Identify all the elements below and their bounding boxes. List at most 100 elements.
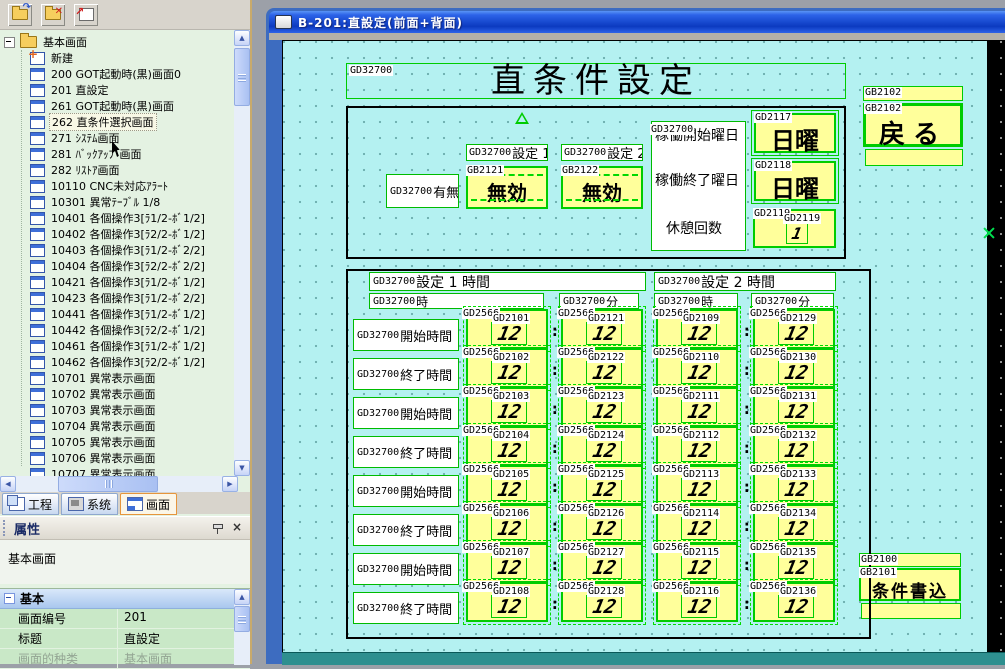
start-day-button[interactable]: GD2117 日曜 (754, 113, 836, 153)
collapse-icon[interactable] (4, 37, 15, 48)
time-cell-GD2134[interactable]: GD2566GD213412 (753, 504, 835, 544)
presence-field[interactable]: GD32700有無 (386, 174, 459, 208)
collapse-icon[interactable] (4, 593, 15, 604)
tree-item-282[interactable]: 282 ﾘｽﾄｱ画面 (30, 162, 232, 178)
tab-画面[interactable]: 画面 (120, 493, 177, 515)
time-cell-GD2121[interactable]: GD2566GD212112 (561, 309, 643, 349)
time-cell-GD2126[interactable]: GD2566GD212612 (561, 504, 643, 544)
time-cell-GD2106[interactable]: GD2566GD210612 (466, 504, 548, 544)
set1-enable-button[interactable]: GB2121 無効 (466, 166, 548, 209)
time-cell-GD2104[interactable]: GD2566GD210412 (466, 426, 548, 466)
time-cell-GD2110[interactable]: GD2566GD211012 (656, 348, 738, 388)
write-lamp-top[interactable]: GB2100 (859, 553, 961, 567)
time-cell-GD2129[interactable]: GD2566GD212912 (753, 309, 835, 349)
set1-header[interactable]: GD32700設定 1 (466, 144, 548, 161)
tree-item-10461[interactable]: 10461 各個操作3[ﾗ1/2-ﾎﾞ1/2] (30, 338, 232, 354)
tree-item-10401[interactable]: 10401 各個操作3[ﾗ1/2-ﾎﾞ1/2] (30, 210, 232, 226)
tree-item-10423[interactable]: 10423 各個操作3[ﾗ1/2-ﾎﾞ2/2] (30, 290, 232, 306)
time-cell-GD2115[interactable]: GD2566GD211512 (656, 543, 738, 583)
window-titlebar[interactable]: B-201:直設定(前面+背面) (269, 11, 1005, 33)
time-cell-GD2133[interactable]: GD2566GD213312 (753, 465, 835, 505)
tree-item-10421[interactable]: 10421 各個操作3[ﾗ1/2-ﾎﾞ1/2] (30, 274, 232, 290)
scroll-up-icon[interactable]: ▲ (234, 589, 250, 605)
pin-icon[interactable] (210, 521, 224, 535)
time-cell-GD2127[interactable]: GD2566GD212712 (561, 543, 643, 583)
row-label-6[interactable]: GD32700終了時間 (353, 514, 459, 546)
tree-item-10707[interactable]: 10707 異常表示画面 (30, 466, 232, 476)
tree-hscroll-thumb[interactable] (58, 476, 158, 492)
time-cell-GD2116[interactable]: GD2566GD211612 (656, 582, 738, 622)
open-project-button[interactable]: ↷ (8, 4, 32, 26)
row-label-5[interactable]: GD32700開始時間 (353, 475, 459, 507)
time-cell-GD2122[interactable]: GD2566GD212212 (561, 348, 643, 388)
tree-scroll-thumb[interactable] (234, 48, 250, 106)
time-cell-GD2105[interactable]: GD2566GD210512 (466, 465, 548, 505)
time-cell-GD2101[interactable]: GD2566GD210112 (466, 309, 548, 349)
tree-item-10701[interactable]: 10701 異常表示画面 (30, 370, 232, 386)
tree-item-281[interactable]: 281 ﾊﾞｯｸｱｯﾌﾟ画面 (30, 146, 232, 162)
write-button[interactable]: GB2101 条件書込 (859, 568, 961, 601)
time-cell-GD2131[interactable]: GD2566GD213112 (753, 387, 835, 427)
time-cell-GD2124[interactable]: GD2566GD212412 (561, 426, 643, 466)
screen-title-object[interactable]: GD32700 直条件設定 (346, 63, 846, 99)
weekday-label-box[interactable]: GD32700 稼働開始曜日 稼働終了曜日 休憩回数 (651, 121, 746, 251)
time-cell-GD2114[interactable]: GD2566GD211412 (656, 504, 738, 544)
tree-item-271[interactable]: 271 ｼｽﾃﾑ画面 (30, 130, 232, 146)
time-cell-GD2130[interactable]: GD2566GD213012 (753, 348, 835, 388)
time-cell-GD2128[interactable]: GD2566GD212812 (561, 582, 643, 622)
time-cell-GD2111[interactable]: GD2566GD211112 (656, 387, 738, 427)
col-header-1[interactable]: GD32700時 (369, 293, 544, 309)
tree-item-10442[interactable]: 10442 各個操作3[ﾗ2/2-ﾎﾞ1/2] (30, 322, 232, 338)
section-header-1[interactable]: GD32700設定 1 時間 (369, 272, 646, 291)
time-cell-GD2107[interactable]: GD2566GD210712 (466, 543, 548, 583)
tree-item-200[interactable]: 200 GOT起動時(黒)画面0 (30, 66, 232, 82)
scroll-up-icon[interactable]: ▲ (234, 30, 250, 46)
property-value[interactable]: 201 (118, 609, 250, 628)
col-header-3[interactable]: GD32700時 (654, 293, 738, 309)
time-cell-GD2109[interactable]: GD2566GD210912 (656, 309, 738, 349)
time-cell-GD2135[interactable]: GD2566GD213512 (753, 543, 835, 583)
tree-item-10706[interactable]: 10706 異常表示画面 (30, 450, 232, 466)
tree-item-10301[interactable]: 10301 異常ﾃｰﾌﾞﾙ 1/8 (30, 194, 232, 210)
time-cell-GD2136[interactable]: GD2566GD213612 (753, 582, 835, 622)
scroll-right-icon[interactable]: ▶ (222, 476, 238, 492)
close-project-button[interactable]: ✕ (41, 4, 65, 26)
back-button[interactable]: GB2102 戻る (863, 103, 963, 147)
back-lamp-bottom[interactable] (865, 149, 963, 166)
tree-item-10404[interactable]: 10404 各個操作3[ﾗ2/2-ﾎﾞ2/2] (30, 258, 232, 274)
tree-item-new[interactable]: 新建 (30, 50, 232, 66)
tree-item-10110[interactable]: 10110 CNC未対応ｱﾗｰﾄ (30, 178, 232, 194)
end-day-button[interactable]: GD2118 日曜 (754, 161, 836, 201)
tree-item-10704[interactable]: 10704 異常表示画面 (30, 418, 232, 434)
row-label-7[interactable]: GD32700開始時間 (353, 553, 459, 585)
properties-group-header[interactable]: 基本 (0, 589, 250, 609)
tree-item-262[interactable]: 262 直条件選択画面 (30, 114, 232, 130)
property-value[interactable]: 直設定 (118, 629, 250, 648)
time-cell-GD2123[interactable]: GD2566GD212312 (561, 387, 643, 427)
tree-item-10705[interactable]: 10705 異常表示画面 (30, 434, 232, 450)
tree-item-10703[interactable]: 10703 異常表示画面 (30, 402, 232, 418)
time-cell-GD2103[interactable]: GD2566GD210312 (466, 387, 548, 427)
set2-header[interactable]: GD32700設定 2 (561, 144, 643, 161)
properties-scrollbar[interactable]: ▲ (234, 589, 250, 665)
screen-canvas[interactable]: GD32700 直条件設定 GD32700有無 GD32700設定 1 GB21… (282, 40, 1005, 660)
scroll-left-icon[interactable]: ◀ (0, 476, 16, 492)
tab-系统[interactable]: 系统 (61, 493, 118, 515)
time-cell-GD2125[interactable]: GD2566GD212512 (561, 465, 643, 505)
row-label-8[interactable]: GD32700終了時間 (353, 592, 459, 624)
tree-item-10702[interactable]: 10702 異常表示画面 (30, 386, 232, 402)
export-window-button[interactable]: ↗ (74, 4, 98, 26)
scroll-down-icon[interactable]: ▼ (234, 460, 250, 476)
tree-item-10402[interactable]: 10402 各個操作3[ﾗ2/2-ﾎﾞ1/2] (30, 226, 232, 242)
tree-horizontal-scrollbar[interactable]: ◀ ▶ (0, 476, 238, 492)
time-cell-GD2113[interactable]: GD2566GD211312 (656, 465, 738, 505)
tree-item-10462[interactable]: 10462 各個操作3[ﾗ2/2-ﾎﾞ1/2] (30, 354, 232, 370)
tree-item-10403[interactable]: 10403 各個操作3[ﾗ1/2-ﾎﾞ2/2] (30, 242, 232, 258)
back-lamp-top[interactable]: GB2102 (863, 86, 963, 101)
row-label-4[interactable]: GD32700終了時間 (353, 436, 459, 468)
properties-scroll-thumb[interactable] (234, 606, 250, 632)
tree-vertical-scrollbar[interactable]: ▲ ▼ (234, 30, 250, 476)
close-icon[interactable]: × (230, 521, 244, 535)
time-cell-GD2132[interactable]: GD2566GD213212 (753, 426, 835, 466)
col-header-4[interactable]: GD32700分 (751, 293, 834, 309)
